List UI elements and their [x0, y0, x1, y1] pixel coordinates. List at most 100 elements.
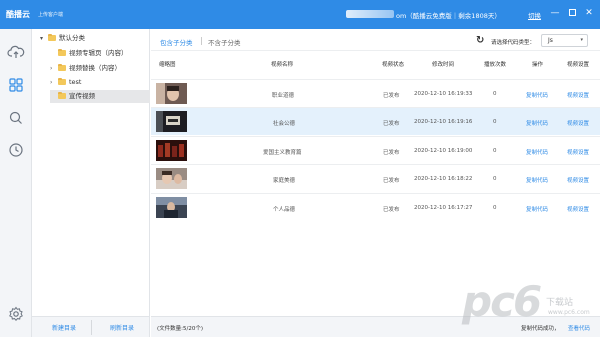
account-email-redacted — [346, 10, 394, 18]
video-settings-link[interactable]: 视频设置 — [567, 148, 589, 156]
nav-rail — [0, 29, 32, 337]
folder-tree: ▾ 默认分类 视频专辑页（内容） › 视频替换（内容） › test 宣传视频 — [32, 29, 150, 316]
clock-icon[interactable] — [7, 141, 25, 159]
folder-icon — [58, 92, 66, 99]
watermark-subtitle: 下载站 — [546, 298, 574, 308]
video-name: 社会公德 — [273, 121, 296, 127]
tree-item-album[interactable]: 视频专辑页（内容） — [50, 47, 150, 60]
folder-icon — [58, 64, 66, 71]
tree-item-test[interactable]: › test — [50, 76, 150, 89]
minimize-button[interactable]: — — [549, 7, 561, 19]
folder-icon — [48, 34, 56, 41]
table-row[interactable]: 爱国主义教育篇 已发布 2020-12-10 16:19:00 0 复制代码 视… — [151, 136, 600, 164]
video-status: 已发布 — [383, 178, 400, 184]
upload-cloud-icon[interactable] — [7, 43, 25, 61]
video-status: 已发布 — [383, 93, 400, 99]
code-type-select[interactable]: Js ▾ — [541, 34, 588, 47]
tab-exclude-subcategories[interactable]: 不含子分类 — [208, 37, 241, 47]
video-thumbnail — [156, 83, 187, 104]
watermark-url: www.pc6.com — [548, 309, 590, 316]
app-subtitle: 上传客户端 — [38, 12, 64, 18]
tree-item-label: 视频替换（内容） — [69, 64, 121, 72]
video-name: 家庭美德 — [273, 178, 296, 184]
refresh-icon[interactable]: ↻ — [476, 35, 484, 46]
modified-time: 2020-12-10 16:19:00 — [414, 148, 473, 154]
video-name: 职业道德 — [272, 93, 295, 99]
modified-time: 2020-12-10 16:19:33 — [414, 91, 473, 97]
play-count: 0 — [493, 119, 497, 125]
tree-item-default[interactable]: ▾ 默认分类 — [40, 32, 150, 45]
video-status: 已发布 — [383, 207, 400, 213]
video-status: 已发布 — [383, 150, 400, 156]
table-row[interactable]: 社会公德 已发布 2020-12-10 16:19:16 0 复制代码 视频设置 — [151, 107, 600, 135]
title-bar: 酷播云 上传客户端 om（酷播云免费版｜剩余1808天） 切换 — ✕ — [0, 0, 600, 29]
folder-icon — [58, 78, 66, 85]
video-status: 已发布 — [383, 121, 400, 127]
folder-icon — [58, 49, 66, 56]
expand-arrow-icon[interactable]: › — [50, 62, 58, 75]
copy-code-link[interactable]: 复制代码 — [526, 205, 548, 213]
tree-item-label: 默认分类 — [59, 34, 85, 42]
modified-time: 2020-12-10 16:18:22 — [414, 176, 473, 182]
divider — [91, 320, 92, 335]
column-header: 缩略图 — [159, 62, 176, 68]
new-folder-button[interactable]: 新建目录 — [52, 323, 76, 332]
maximize-icon — [568, 9, 576, 16]
site-watermark: pc6 下载站 www.pc6.com — [462, 277, 594, 329]
column-header: 修改时间 — [432, 62, 455, 68]
column-header: 操作 — [532, 62, 544, 68]
refresh-folder-button[interactable]: 刷新目录 — [110, 323, 134, 332]
video-thumbnail — [156, 140, 187, 161]
play-count: 0 — [493, 176, 497, 182]
maximize-button[interactable] — [566, 7, 578, 19]
video-settings-link[interactable]: 视频设置 — [567, 205, 589, 213]
apps-grid-icon[interactable] — [7, 76, 25, 94]
code-type-label: 请选择代码类型： — [491, 40, 536, 46]
code-type-value: Js — [548, 37, 553, 44]
play-count: 0 — [493, 91, 497, 97]
video-thumbnail — [156, 111, 187, 132]
table-row[interactable]: 个人品德 已发布 2020-12-10 16:17:27 0 复制代码 视频设置 — [151, 193, 600, 221]
column-header: 视频状态 — [382, 62, 405, 68]
copy-code-link[interactable]: 复制代码 — [526, 91, 548, 99]
video-name: 爱国主义教育篇 — [263, 150, 302, 156]
tree-footer: 新建目录 刷新目录 — [32, 316, 150, 337]
watermark-logo: pc6 — [462, 277, 542, 326]
expand-arrow-icon[interactable]: › — [50, 76, 58, 89]
search-icon[interactable] — [7, 109, 25, 127]
tree-item-label: 视频专辑页（内容） — [69, 49, 128, 57]
column-header: 视频设置 — [567, 62, 590, 68]
modified-time: 2020-12-10 16:19:16 — [414, 119, 473, 125]
close-button[interactable]: ✕ — [583, 7, 595, 19]
video-thumbnail — [156, 197, 187, 218]
modified-time: 2020-12-10 16:17:27 — [414, 205, 473, 211]
table-row[interactable]: 家庭美德 已发布 2020-12-10 16:18:22 0 复制代码 视频设置 — [151, 164, 600, 192]
copy-code-link[interactable]: 复制代码 — [526, 148, 548, 156]
account-info: om（酷播云免费版｜剩余1808天） — [396, 12, 501, 20]
file-count: (文件数量:5/20个) — [157, 326, 203, 332]
tree-item-promo[interactable]: 宣传视频 — [50, 90, 150, 103]
main-panel: 包含子分类 不含子分类 ↻ 请选择代码类型： Js ▾ 缩略图 视频名称 视频状… — [151, 29, 600, 316]
copy-code-link[interactable]: 复制代码 — [526, 176, 548, 184]
tree-item-label: test — [69, 78, 82, 86]
copy-code-link[interactable]: 复制代码 — [526, 119, 548, 127]
play-count: 0 — [493, 148, 497, 154]
app-logo: 酷播云 — [6, 10, 30, 19]
video-name: 个人品德 — [273, 207, 296, 213]
sub-toolbar: 包含子分类 不含子分类 ↻ 请选择代码类型： Js ▾ — [151, 29, 600, 51]
video-settings-link[interactable]: 视频设置 — [567, 91, 589, 99]
column-header: 播放次数 — [484, 62, 507, 68]
video-settings-link[interactable]: 视频设置 — [567, 119, 589, 127]
video-thumbnail — [156, 168, 187, 189]
switch-account-link[interactable]: 切换 — [528, 10, 541, 20]
tree-item-replace[interactable]: › 视频替换（内容） — [50, 62, 150, 75]
video-settings-link[interactable]: 视频设置 — [567, 176, 589, 184]
table-header: 缩略图 视频名称 视频状态 修改时间 播放次数 操作 视频设置 — [151, 51, 600, 73]
table-row[interactable]: 职业道德 已发布 2020-12-10 16:19:33 0 复制代码 视频设置 — [151, 79, 600, 107]
tree-item-label: 宣传视频 — [69, 92, 95, 100]
tab-include-subcategories[interactable]: 包含子分类 — [160, 37, 193, 47]
settings-gear-icon[interactable] — [7, 305, 25, 323]
expand-arrow-icon[interactable]: ▾ — [40, 32, 48, 45]
divider — [201, 37, 202, 45]
column-header: 视频名称 — [271, 62, 294, 68]
